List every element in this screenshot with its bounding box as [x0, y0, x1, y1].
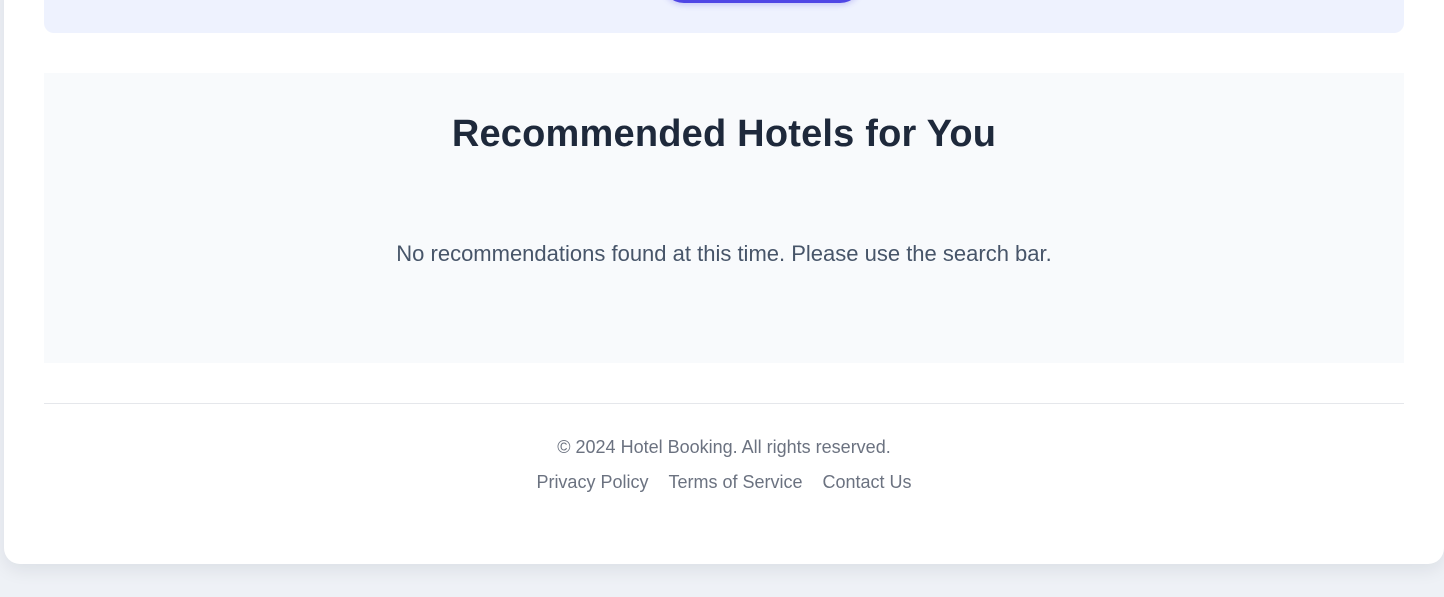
contact-us-link[interactable]: Contact Us — [823, 472, 912, 493]
search-button[interactable] — [662, 0, 862, 3]
page-card: Recommended Hotels for You No recommenda… — [4, 0, 1444, 564]
site-footer: © 2024 Hotel Booking. All rights reserve… — [44, 403, 1404, 544]
search-panel — [44, 0, 1404, 33]
copyright-text: © 2024 Hotel Booking. All rights reserve… — [557, 437, 891, 457]
recommendations-title: Recommended Hotels for You — [451, 113, 997, 155]
empty-recommendations-message: No recommendations found at this time. P… — [396, 241, 1052, 266]
terms-of-service-link[interactable]: Terms of Service — [668, 472, 802, 493]
privacy-policy-link[interactable]: Privacy Policy — [536, 472, 648, 493]
footer-links: Privacy Policy Terms of Service Contact … — [44, 472, 1404, 493]
recommendations-section: Recommended Hotels for You No recommenda… — [44, 73, 1404, 363]
